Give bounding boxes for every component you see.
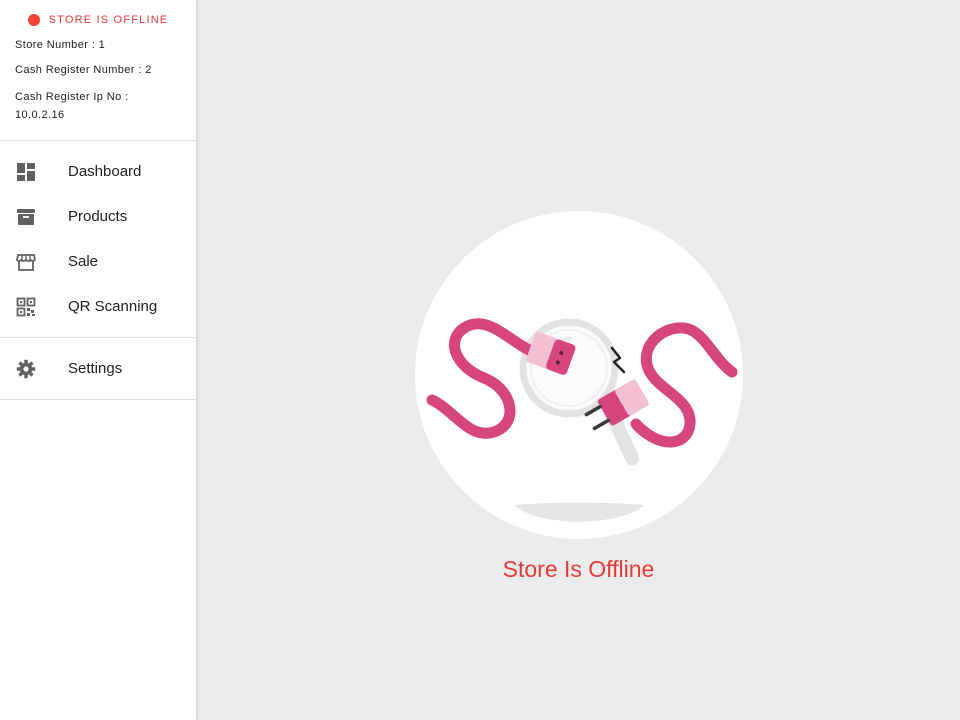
offline-status-dot-icon [27,14,40,26]
main-content: Store Is Offline [197,0,960,720]
store-status-panel: STORE IS OFFLINE Store Number : 1 Cash R… [0,0,196,141]
settings-nav: Settings [0,338,196,400]
nav-label-settings: Settings [68,360,123,377]
gear-icon [16,359,36,379]
nav-label-products: Products [68,208,128,225]
dashboard-icon [16,162,36,182]
main-nav: Dashboard Products Sale QR Scanning [0,141,196,338]
nav-item-qr-scanning[interactable]: QR Scanning [0,284,196,329]
store-status: STORE IS OFFLINE [15,14,181,26]
nav-label-sale: Sale [68,253,99,270]
storefront-icon [16,252,36,272]
nav-item-sale[interactable]: Sale [0,239,196,284]
store-status-label: STORE IS OFFLINE [48,14,169,26]
nav-item-products[interactable]: Products [0,194,196,239]
qr-code-icon [16,297,36,317]
nav-item-dashboard[interactable]: Dashboard [0,149,196,194]
offline-message: Store Is Offline [502,556,655,582]
nav-label-dashboard: Dashboard [68,163,142,180]
sidebar: STORE IS OFFLINE Store Number : 1 Cash R… [0,0,196,720]
nav-item-settings[interactable]: Settings [0,346,196,391]
store-number: Store Number : 1 [15,39,106,51]
nav-label-qr-scanning: QR Scanning [68,298,158,315]
cash-register-number: Cash Register Number : 2 [15,64,152,76]
app-window: STORE IS OFFLINE Store Number : 1 Cash R… [0,0,960,720]
unplugged-cable-illustration [414,210,744,540]
archive-box-icon [16,207,36,227]
cash-register-ip: Cash Register Ip No : 10.0.2.16 [15,91,129,121]
